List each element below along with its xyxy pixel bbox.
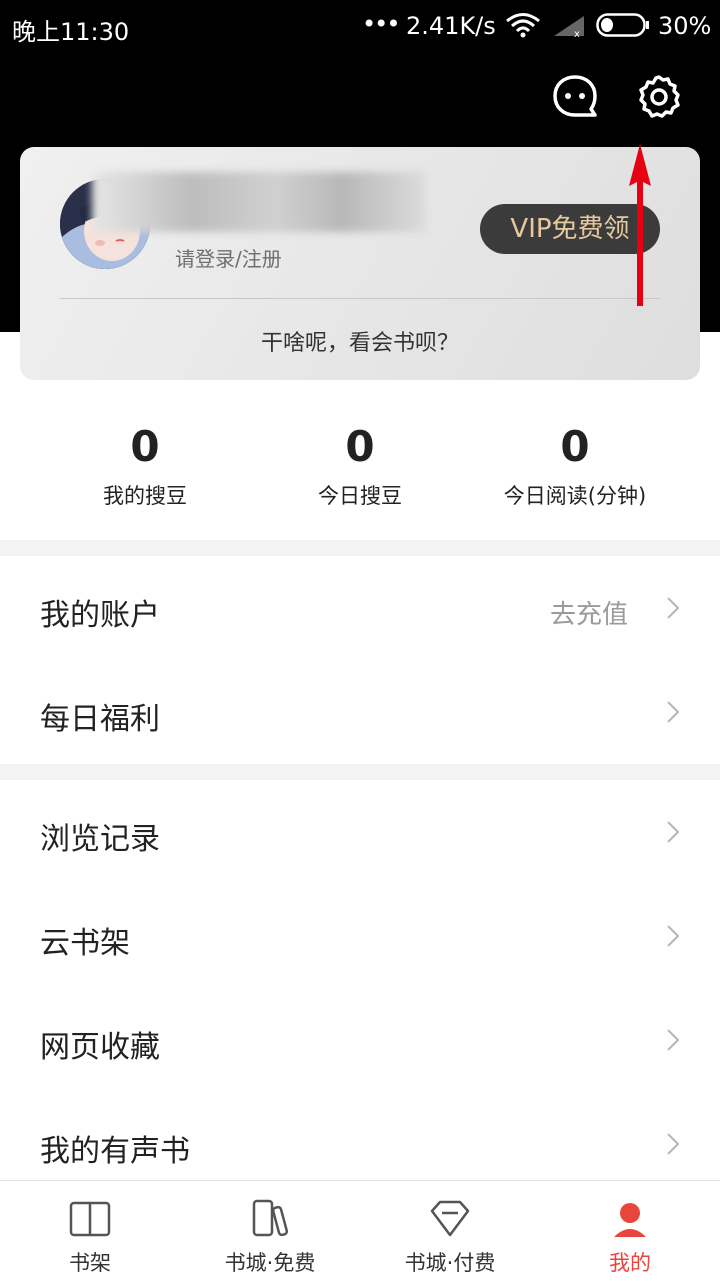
gear-icon (639, 75, 680, 118)
menu-item-cloud-shelf[interactable]: 云书架 (0, 884, 720, 988)
menu-item-label: 浏览记录 (40, 822, 160, 857)
status-time: 晚上11:30 (12, 18, 130, 46)
menu-item-bookmarks[interactable]: 网页收藏 (0, 988, 720, 1092)
wifi-icon (506, 13, 540, 38)
menu-item-label: 云书架 (40, 926, 130, 961)
stat-value: 0 (130, 422, 160, 471)
tab-label: 书架 (69, 1251, 111, 1275)
chevron-right-icon (667, 1029, 680, 1051)
login-register-link[interactable]: 请登录/注册 (175, 243, 282, 272)
chevron-right-icon (667, 597, 680, 619)
menu-item-label: 网页收藏 (40, 1030, 160, 1065)
stat-value: 0 (560, 422, 590, 471)
status-more-dots: ••• (362, 10, 400, 38)
stat-label: 今日搜豆 (318, 484, 402, 508)
chevron-right-icon (667, 701, 680, 723)
status-network-speed: 2.41K/s (406, 12, 496, 40)
tab-mine[interactable]: 我的 (540, 1181, 720, 1281)
cell-signal-icon: x (554, 16, 584, 38)
section-divider (0, 764, 720, 780)
stat-today-reading[interactable]: 0 今日阅读(分钟) (455, 422, 695, 510)
bottom-tab-bar: 书架 书城·免费 书城·付费 我的 (0, 1180, 720, 1281)
recharge-link[interactable]: 去充值 (550, 594, 628, 631)
chevron-right-icon (667, 1133, 680, 1155)
settings-button[interactable] (635, 73, 683, 121)
stat-value: 0 (345, 422, 375, 471)
diamond-icon (430, 1200, 470, 1237)
chevron-right-icon (667, 925, 680, 947)
message-button[interactable] (551, 73, 599, 121)
profile-icon (614, 1203, 646, 1237)
username-blurred (92, 172, 426, 232)
battery-percent: 30% (658, 12, 712, 40)
profile-card: 请登录/注册 VIP免费领 干啥呢，看会书呗？ (20, 147, 700, 380)
tab-label: 书城·付费 (404, 1251, 496, 1275)
menu-item-history[interactable]: 浏览记录 (0, 780, 720, 884)
stat-label: 我的搜豆 (103, 484, 187, 508)
tab-label: 书城·免费 (224, 1251, 316, 1275)
red-arrow-annotation (629, 144, 651, 306)
svg-text:x: x (574, 29, 580, 38)
menu-item-my-account[interactable]: 我的账户 去充值 (0, 556, 720, 660)
section-divider (0, 540, 720, 556)
tab-store-free[interactable]: 书城·免费 (180, 1181, 360, 1281)
menu-item-daily-welfare[interactable]: 每日福利 (0, 660, 720, 764)
books-icon (252, 1199, 289, 1237)
menu-item-label: 我的有声书 (40, 1134, 190, 1169)
status-bar: 晚上11:30 ••• 2.41K/s x 30% (0, 0, 720, 52)
menu-item-label: 我的账户 (40, 598, 160, 633)
battery-icon (596, 13, 649, 37)
stat-today-beans[interactable]: 0 今日搜豆 (240, 422, 480, 510)
tab-bookshelf[interactable]: 书架 (0, 1181, 180, 1281)
tab-label: 我的 (609, 1251, 651, 1275)
tab-store-paid[interactable]: 书城·付费 (360, 1181, 540, 1281)
open-book-icon (69, 1201, 111, 1237)
stat-label: 今日阅读(分钟) (503, 484, 647, 508)
chat-bubble-icon (553, 75, 597, 117)
stat-my-beans[interactable]: 0 我的搜豆 (25, 422, 265, 510)
menu-item-label: 每日福利 (40, 702, 160, 737)
card-divider (60, 298, 660, 299)
card-slogan: 干啥呢，看会书呗？ (260, 331, 459, 356)
chevron-right-icon (667, 821, 680, 843)
